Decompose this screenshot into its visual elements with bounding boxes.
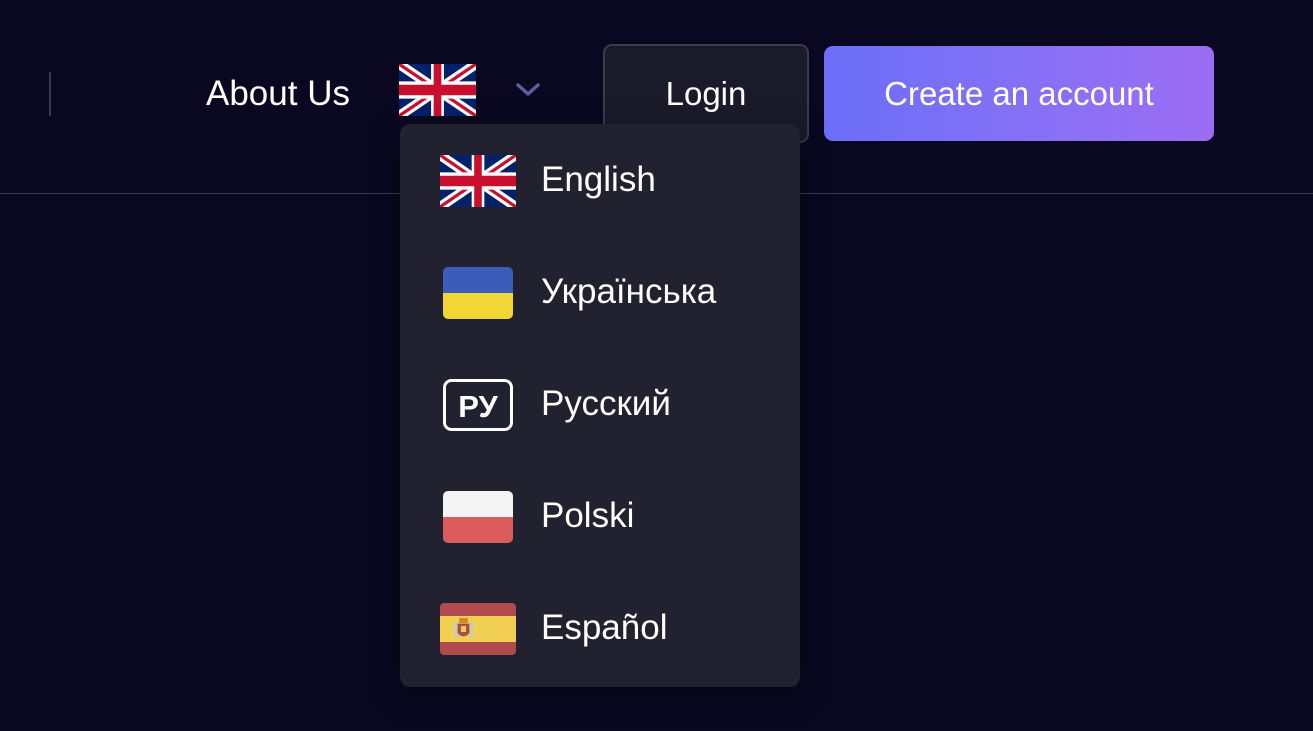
ru-badge-icon: РУ	[443, 379, 513, 431]
language-selector[interactable]	[399, 62, 549, 118]
language-option-label: Українська	[541, 272, 717, 311]
language-dropdown: English Українська РУ Русский Polski Esp…	[400, 124, 800, 687]
ru-badge-text: РУ	[458, 389, 498, 424]
poland-flag-icon	[443, 491, 513, 543]
language-option-label: Русский	[541, 384, 671, 423]
language-option-polish[interactable]: Polski	[400, 460, 800, 572]
about-us-link[interactable]: About Us	[206, 74, 350, 114]
language-option-label: Polski	[541, 496, 635, 535]
language-option-label: Español	[541, 608, 668, 647]
language-option-label: English	[541, 160, 656, 199]
chevron-down-icon	[516, 83, 540, 96]
spain-flag-icon	[440, 603, 516, 655]
ukraine-flag-icon	[443, 267, 513, 319]
language-option-english[interactable]: English	[400, 124, 800, 236]
language-option-russian[interactable]: РУ Русский	[400, 348, 800, 460]
language-option-ukrainian[interactable]: Українська	[400, 236, 800, 348]
uk-flag-icon	[440, 155, 516, 207]
nav-divider	[49, 72, 51, 116]
language-option-spanish[interactable]: Español	[400, 572, 800, 684]
uk-flag-icon	[399, 64, 476, 116]
create-account-button[interactable]: Create an account	[824, 46, 1214, 141]
page: About Us Login Create an account English	[0, 0, 1313, 731]
